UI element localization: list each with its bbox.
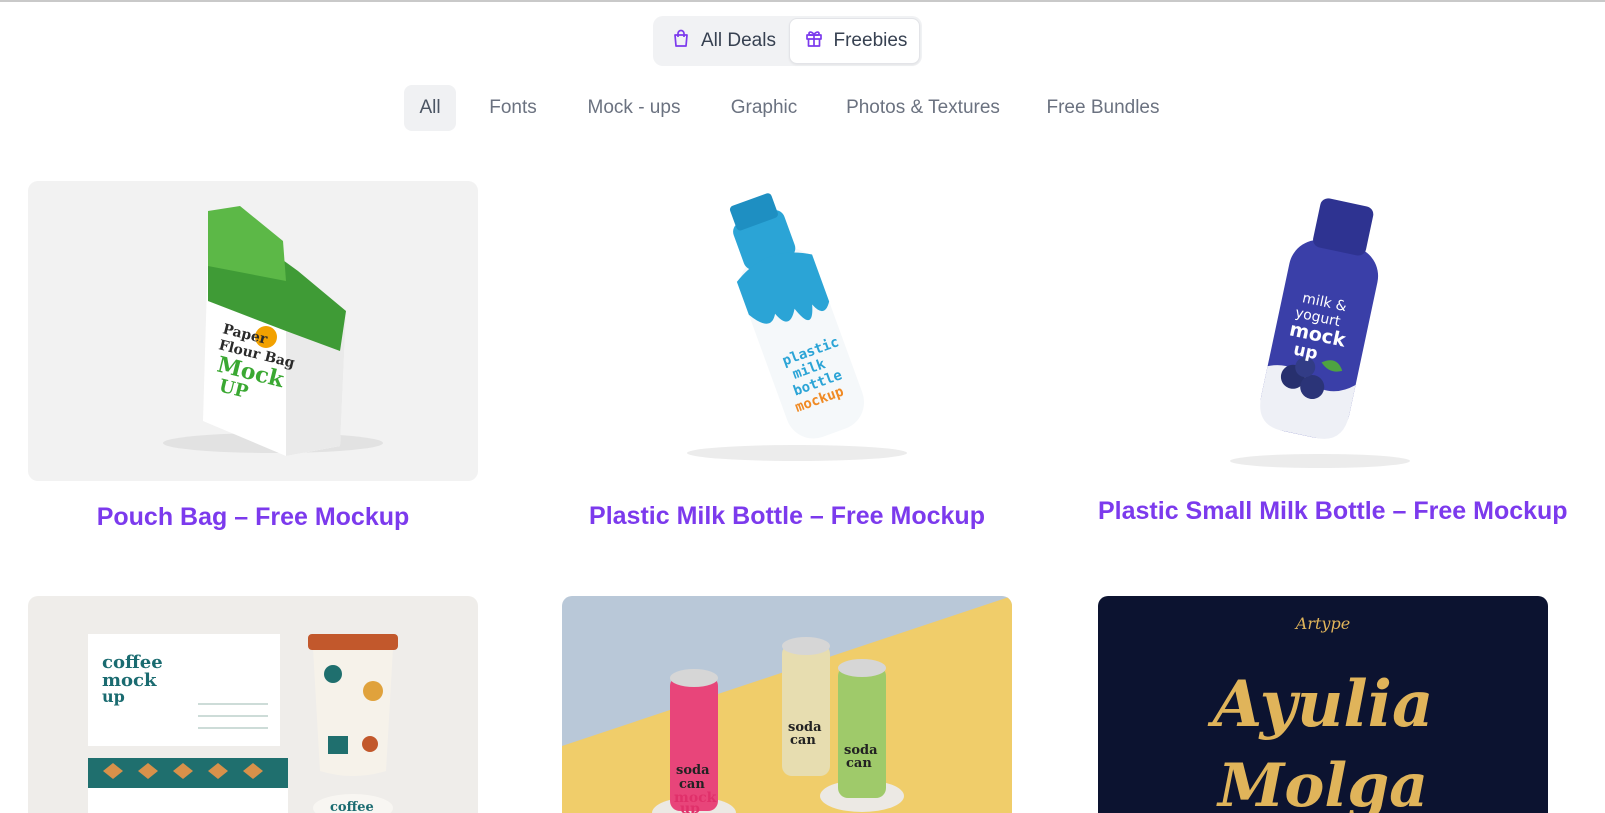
deal-type-switch: All Deals Freebies xyxy=(653,16,922,66)
gift-icon xyxy=(804,28,824,54)
freebies-button[interactable]: Freebies xyxy=(788,18,920,64)
all-deals-label: All Deals xyxy=(701,30,776,51)
svg-text:can: can xyxy=(846,756,872,771)
image-text: Molga xyxy=(1216,751,1428,813)
product-thumbnail[interactable]: plastic milk bottle mockup xyxy=(562,181,1012,481)
category-tabs: All Fonts Mock - ups Graphic Photos & Te… xyxy=(0,85,1605,131)
tab-photos-textures[interactable]: Photos & Textures xyxy=(842,85,1004,131)
image-text: Artype xyxy=(1294,614,1350,633)
product-thumbnail[interactable]: Paper Flour Bag Mock UP xyxy=(28,181,478,481)
image-text: Ayulia xyxy=(1208,667,1434,742)
product-title-link[interactable]: Plastic Milk Bottle – Free Mockup xyxy=(562,502,1012,531)
image-text: up xyxy=(680,801,700,813)
all-deals-button[interactable]: All Deals xyxy=(655,18,789,64)
product-title-link[interactable]: Pouch Bag – Free Mockup xyxy=(28,503,478,532)
svg-text:coffee: coffee xyxy=(330,800,374,813)
product-thumbnail[interactable]: Artype Ayulia Molga xyxy=(1098,596,1548,813)
tab-all[interactable]: All xyxy=(404,85,456,131)
product-thumbnail[interactable]: coffee mock up coffee xyxy=(28,596,478,813)
product-thumbnail[interactable]: soda can mock up soda can soda can xyxy=(562,596,1012,813)
freebies-label: Freebies xyxy=(833,30,908,51)
product-title-link[interactable]: Plastic Small Milk Bottle – Free Mockup xyxy=(1098,497,1568,526)
svg-text:can: can xyxy=(790,733,816,748)
image-text: up xyxy=(102,687,125,706)
top-divider xyxy=(0,0,1605,2)
tab-graphic[interactable]: Graphic xyxy=(726,85,802,131)
shopping-bag-icon xyxy=(671,28,691,54)
tab-free-bundles[interactable]: Free Bundles xyxy=(1044,85,1162,131)
tab-fonts[interactable]: Fonts xyxy=(486,85,540,131)
image-text: soda xyxy=(676,763,710,778)
tab-mockups[interactable]: Mock - ups xyxy=(580,85,688,131)
product-thumbnail[interactable]: milk & yogurt mock up xyxy=(1098,181,1548,477)
